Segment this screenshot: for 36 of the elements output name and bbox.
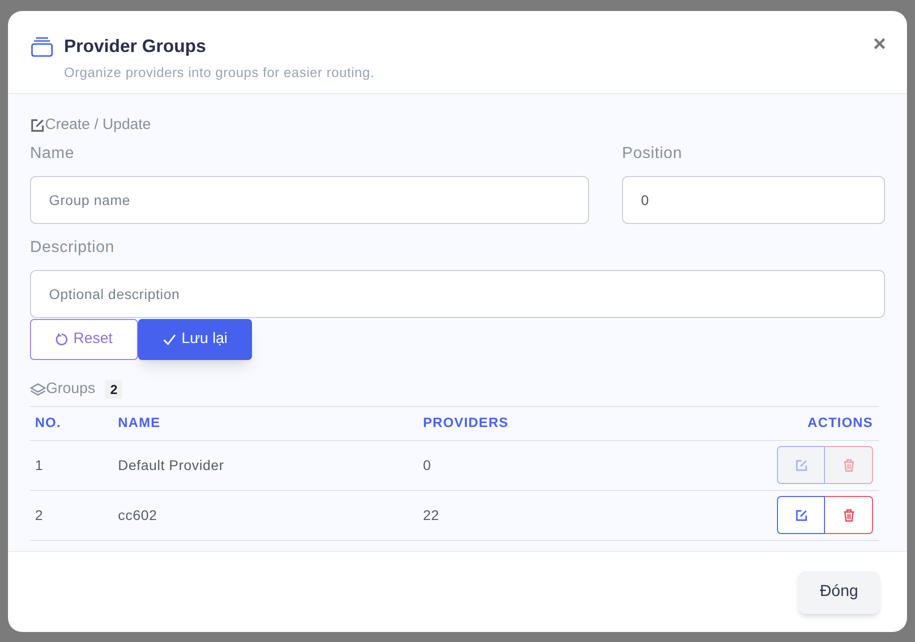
column-header: PROVIDERS [423,414,510,432]
layers-icon [31,37,53,57]
table-cell-text: cc602 [118,506,158,524]
table-cell-text: Default Provider [118,456,225,474]
edit-icon [30,118,45,133]
table-cell-text: 22 [423,506,440,524]
table-cell-text: 0 [423,456,432,474]
reset-button[interactable]: Reset [30,318,138,360]
column-header: NO. [34,414,62,432]
field-label: Description [30,238,116,258]
field-label: Name [30,144,76,164]
column-header: ACTIONS [808,414,874,432]
table-cell-text: 2 [34,506,44,524]
trash-icon [842,458,854,472]
edit-icon [794,458,808,472]
close-button[interactable]: × [873,33,886,55]
section-title: Groups [46,379,96,400]
column-header: NAME [118,414,162,432]
save-button[interactable]: Lưu lại [138,318,252,360]
position-field[interactable]: 0 [622,176,885,224]
layers-icon [30,383,46,396]
check-icon [162,334,176,344]
trash-icon [842,508,854,522]
refresh-icon [55,332,68,346]
table-cell-text: 1 [34,456,44,474]
name-field[interactable]: Group name [30,176,589,224]
close-button[interactable]: Đóng [798,570,880,614]
delete-button[interactable] [825,496,873,534]
edit-button[interactable] [777,496,825,534]
dialog-title: Provider Groups [64,35,208,58]
field-label: Position [622,144,684,164]
section-title: Create / Update [45,115,151,135]
count-badge: 2 [105,380,122,400]
description-field[interactable]: Optional description [30,270,885,318]
dialog-subtitle: Organize providers into groups for easier routing. [64,64,376,82]
edit-icon [794,508,808,522]
